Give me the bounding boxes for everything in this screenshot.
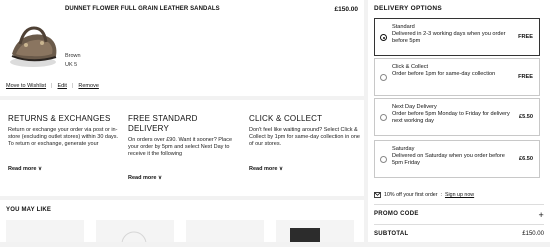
product-name[interactable]: DUNNET FLOWER FULL GRAIN LEATHER SANDALS <box>65 6 220 12</box>
option-name: Saturday <box>392 146 415 152</box>
click-collect-column: CLICK & COLLECT Don't feel like waiting … <box>249 114 361 167</box>
delivery-read-more[interactable]: Read more ∨ <box>128 175 162 181</box>
promo-text: 10% off your first order <box>384 192 438 198</box>
cart-item: DUNNET FLOWER FULL GRAIN LEATHER SANDALS… <box>0 0 364 96</box>
you-may-like-section: YOU MAY LIKE <box>0 200 364 247</box>
click-collect-text: Don't feel like waiting around? Select C… <box>249 127 360 147</box>
returns-read-more[interactable]: Read more ∨ <box>8 166 42 172</box>
delivery-option-standard[interactable]: Standard Delivered in 2-3 working days wh… <box>374 18 540 56</box>
delivery-options-title: DELIVERY OPTIONS <box>374 5 443 12</box>
free-delivery-text: On orders over £90. Want it sooner? Plac… <box>128 137 233 157</box>
radio-unselected[interactable] <box>380 114 387 121</box>
returns-column: RETURNS & EXCHANGES Return or exchange y… <box>8 114 120 167</box>
product-image[interactable] <box>6 14 61 72</box>
radio-unselected[interactable] <box>380 156 387 163</box>
option-desc: Order before 5pm Monday to Friday for de… <box>392 111 510 125</box>
option-price: FREE <box>518 34 533 40</box>
divider <box>374 204 544 205</box>
free-delivery-title: FREE STANDARD DELIVERY <box>128 114 198 133</box>
cart-panel: DUNNET FLOWER FULL GRAIN LEATHER SANDALS… <box>0 0 364 247</box>
remove-link[interactable]: Remove <box>78 83 98 89</box>
radio-selected[interactable] <box>380 34 387 41</box>
product-price: £150.00 <box>334 6 359 13</box>
sign-up-link[interactable]: Sign up now <box>445 192 474 198</box>
subtotal-label: SUBTOTAL <box>374 231 409 237</box>
option-name: Click & Collect <box>392 64 429 70</box>
option-name: Standard <box>392 24 415 30</box>
radio-unselected[interactable] <box>380 74 387 81</box>
mail-icon <box>374 192 381 198</box>
promo-code-toggle[interactable]: PROMO CODE + <box>374 210 544 220</box>
option-price: £6.50 <box>519 156 533 162</box>
order-summary: DELIVERY OPTIONS Standard Delivered in 2-… <box>368 0 550 242</box>
click-collect-title: CLICK & COLLECT <box>249 114 323 123</box>
promo-code-label: PROMO CODE <box>374 211 419 217</box>
returns-text: Return or exchange your order via post o… <box>8 127 119 147</box>
subtotal-row: SUBTOTAL £150.00 <box>374 231 544 237</box>
divider <box>374 224 544 225</box>
option-desc: Delivered on Saturday when you order bef… <box>392 153 505 167</box>
newsletter-promo: 10% off your first order: Sign up now <box>374 192 474 198</box>
delivery-option-saturday[interactable]: Saturday Delivered on Saturday when you o… <box>374 140 540 178</box>
separator: | <box>51 83 53 89</box>
delivery-column: FREE STANDARD DELIVERY On orders over £9… <box>128 114 240 177</box>
returns-title: RETURNS & EXCHANGES <box>8 114 111 123</box>
click-collect-read-more[interactable]: Read more ∨ <box>249 166 283 172</box>
recommendation-card[interactable] <box>96 220 174 247</box>
separator: | <box>71 83 74 89</box>
option-name: Next Day Delivery <box>392 104 437 110</box>
info-section: RETURNS & EXCHANGES Return or exchange y… <box>0 100 364 196</box>
plus-icon[interactable]: + <box>538 210 544 220</box>
recommendation-card[interactable] <box>186 220 264 242</box>
product-image <box>121 231 147 247</box>
delivery-option-click-collect[interactable]: Click & Collect Order before 1pm for same… <box>374 58 540 96</box>
product-color: Brown <box>65 53 81 59</box>
you-may-like-title: YOU MAY LIKE <box>6 207 52 213</box>
option-desc: Order before 1pm for same-day collection <box>392 71 496 78</box>
delivery-option-next-day[interactable]: Next Day Delivery Order before 5pm Monday… <box>374 98 540 136</box>
recommendation-card[interactable] <box>276 220 354 242</box>
move-to-wishlist-link[interactable]: Move to Wishlist <box>6 83 46 89</box>
option-price: £5.50 <box>519 114 533 120</box>
edit-link[interactable]: Edit <box>57 83 66 89</box>
cart-item-actions: Move to Wishlist | Edit | Remove <box>6 83 99 89</box>
product-size: UK 5 <box>65 62 78 68</box>
product-image <box>290 228 320 242</box>
subtotal-value: £150.00 <box>522 231 544 237</box>
option-desc: Delivered in 2-3 working days when you o… <box>392 31 506 45</box>
recommendation-card[interactable] <box>6 220 84 242</box>
option-price: FREE <box>518 74 533 80</box>
